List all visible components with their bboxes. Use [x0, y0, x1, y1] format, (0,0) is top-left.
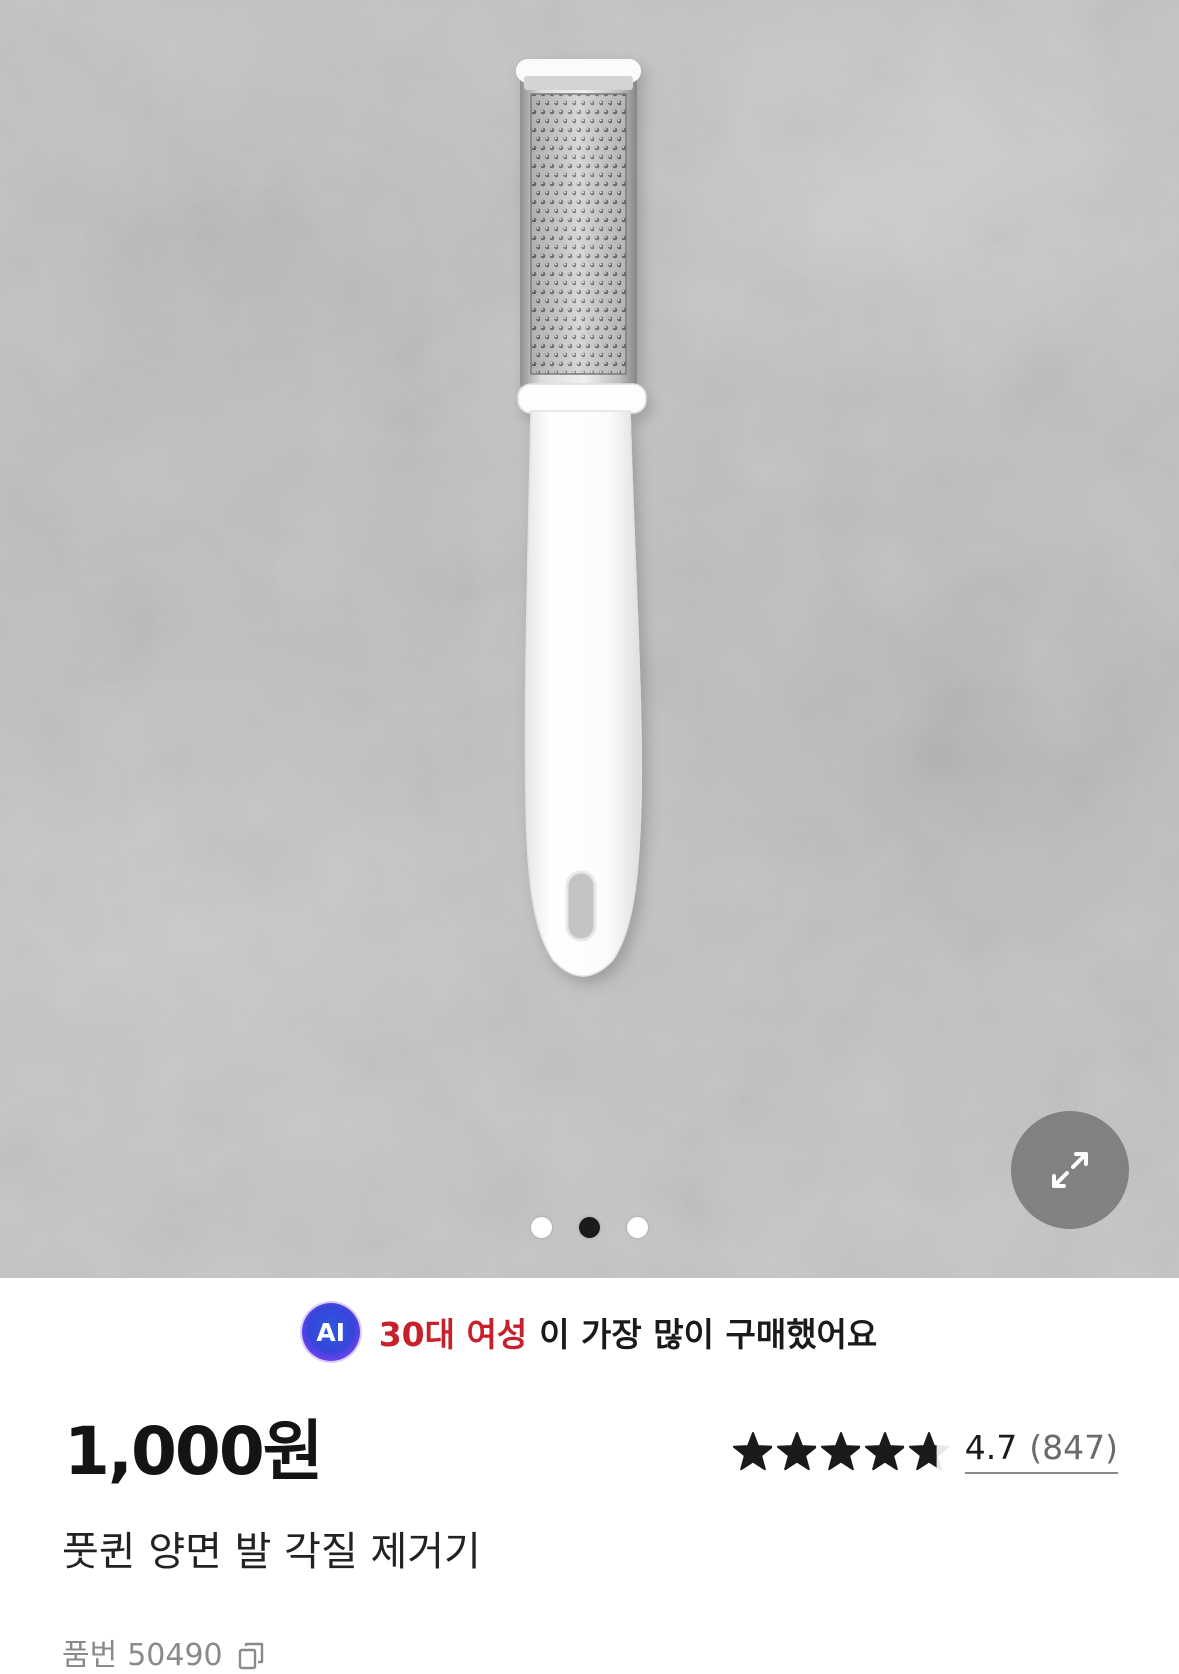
product-code-value: 50490: [127, 1638, 223, 1673]
ai-purchase-insight: AI 30대 여성 이 가장 많이 구매했어요: [0, 1302, 1179, 1362]
ai-insight-highlight: 30대 여성: [378, 1315, 528, 1354]
pager-dot: [627, 1216, 648, 1238]
star-filled-icon: [732, 1432, 773, 1471]
copy-icon: [238, 1642, 263, 1670]
star-filled-icon: [820, 1432, 861, 1471]
pager-dot: [531, 1216, 552, 1238]
copy-code-button[interactable]: [237, 1641, 265, 1671]
review-count: (847): [1029, 1428, 1118, 1467]
review-link[interactable]: 4.7 (847): [964, 1428, 1118, 1474]
ai-badge: AI: [301, 1303, 360, 1361]
product-rating[interactable]: 4.7 (847): [732, 1428, 1118, 1476]
ai-insight-text: 이 가장 많이 구매했어요: [539, 1315, 878, 1354]
expand-icon: [1052, 1152, 1088, 1188]
product-code-label: 품번: [62, 1638, 118, 1673]
product-image-gallery[interactable]: [0, 0, 1179, 1278]
star-filled-icon: [864, 1432, 905, 1471]
star-filled-icon: [776, 1432, 817, 1471]
product-price: 1,000원: [64, 1413, 323, 1490]
rating-score: 4.7: [964, 1428, 1018, 1467]
star-partial-icon: [908, 1432, 949, 1471]
image-pager: [0, 1216, 1179, 1238]
rating-stars: [732, 1432, 949, 1472]
product-name: 풋퀸 양면 발 각질 제거기: [62, 1529, 481, 1575]
pager-dot-active: [579, 1216, 600, 1238]
product-photo: [0, 0, 1179, 1278]
product-code: 품번 50490: [62, 1638, 265, 1674]
expand-image-button[interactable]: [1011, 1111, 1129, 1229]
